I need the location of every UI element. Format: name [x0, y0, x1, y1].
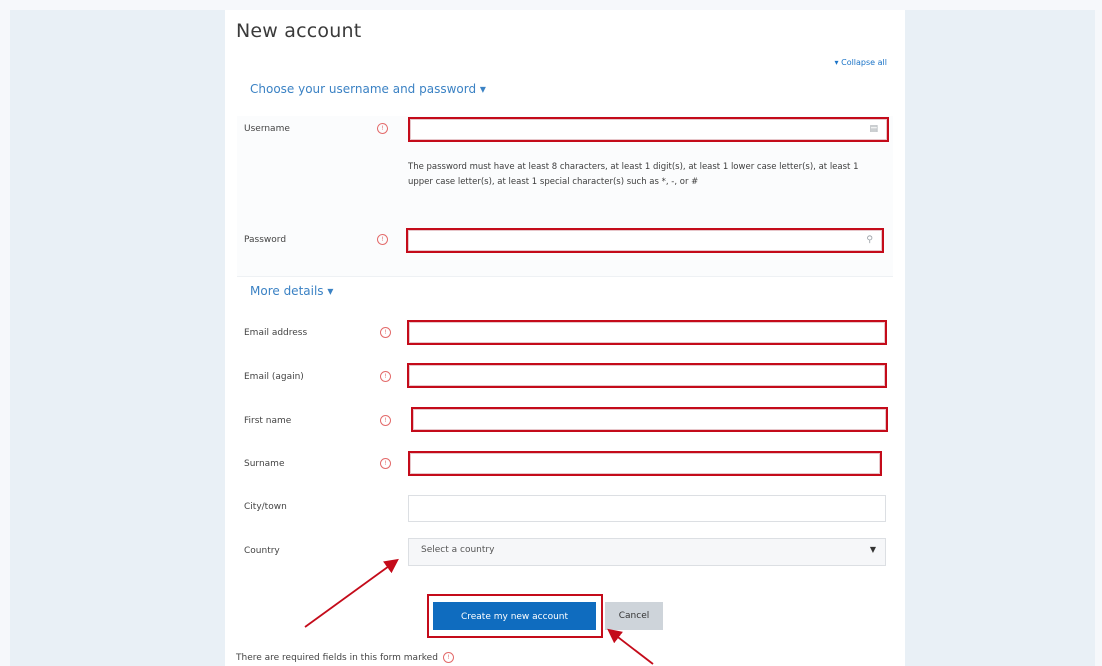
required-fields-note: There are required fields in this form m… — [236, 652, 454, 663]
section-details-toggle[interactable]: More details ▾ — [250, 284, 333, 298]
required-icon: ! — [380, 415, 391, 426]
country-select[interactable]: Select a country ▼ — [408, 538, 886, 566]
city-label: City/town — [244, 502, 287, 512]
collapse-all-link[interactable]: ▾ Collapse all — [835, 58, 887, 67]
email-again-label: Email (again) — [244, 372, 304, 382]
section-credentials-toggle[interactable]: Choose your username and password ▾ — [250, 82, 486, 96]
city-input[interactable] — [408, 495, 886, 522]
required-icon: ! — [380, 327, 391, 338]
required-icon: ! — [377, 234, 388, 245]
country-label: Country — [244, 546, 280, 556]
password-input[interactable]: ⚲ — [406, 228, 884, 253]
username-field-icon: ▤ — [869, 124, 878, 134]
surname-input[interactable] — [408, 451, 882, 476]
chevron-down-icon: ▼ — [869, 545, 876, 554]
firstname-label: First name — [244, 416, 292, 426]
cancel-button[interactable]: Cancel — [605, 602, 663, 630]
password-policy-text: The password must have at least 8 charac… — [408, 162, 859, 187]
signup-form-panel: New account ▾ Collapse all Choose your u… — [225, 10, 905, 666]
page-title: New account — [236, 20, 362, 42]
required-icon: ! — [442, 652, 454, 663]
username-input[interactable]: ▤ — [408, 117, 889, 142]
firstname-input[interactable] — [411, 407, 888, 432]
required-fields-text: There are required fields in this form m… — [236, 653, 438, 663]
surname-label: Surname — [244, 459, 285, 469]
password-label: Password — [244, 235, 287, 245]
create-account-button[interactable]: Create my new account — [433, 602, 596, 630]
required-icon: ! — [377, 123, 388, 134]
email-again-input[interactable] — [407, 363, 887, 388]
required-icon: ! — [380, 371, 391, 382]
country-selected-value: Select a country — [421, 545, 495, 555]
required-icon: ! — [380, 458, 391, 469]
reveal-password-icon[interactable]: ⚲ — [866, 235, 873, 245]
email-label: Email address — [244, 328, 308, 338]
username-label: Username — [244, 124, 290, 134]
email-input[interactable] — [407, 320, 887, 345]
